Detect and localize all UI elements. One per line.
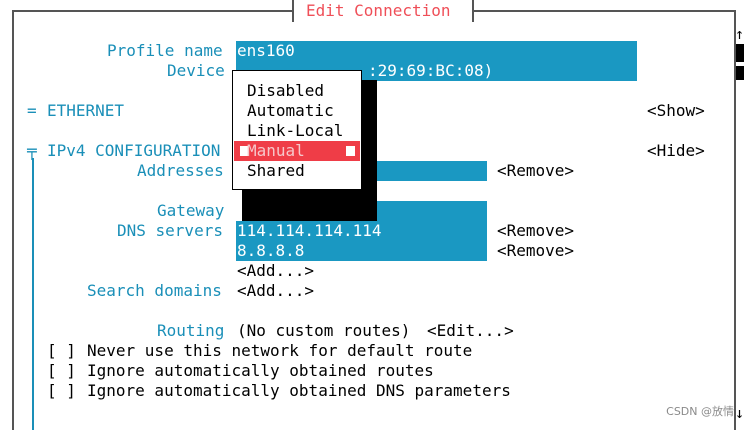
frame-top-right — [474, 10, 736, 12]
gateway-label: Gateway — [157, 201, 225, 220]
search-domains-label: Search domains — [87, 281, 222, 300]
dropdown-option-link-local[interactable]: Link-Local — [247, 121, 343, 141]
dropdown-option-disabled[interactable]: Disabled — [247, 81, 324, 101]
dropdown-option-manual[interactable]: Manual — [247, 141, 305, 161]
profile-name-label: Profile name — [107, 41, 223, 60]
scrollbar-segment — [736, 66, 744, 80]
routing-edit-button[interactable]: <Edit...> — [427, 321, 514, 341]
scrollbar[interactable] — [736, 44, 744, 384]
checkbox-label: Ignore automatically obtained DNS parame… — [87, 381, 511, 400]
frame-top-left — [12, 10, 294, 12]
dns-server-remove-button[interactable]: <Remove> — [497, 221, 574, 241]
scroll-down-arrow-icon[interactable]: ↓ — [735, 403, 744, 423]
dns-server-field[interactable]: 8.8.8.8 — [236, 241, 487, 261]
profile-name-field[interactable]: ens160 — [236, 41, 637, 61]
addresses-field[interactable] — [376, 161, 487, 181]
frame-left — [12, 10, 14, 430]
ipv4-hide-button[interactable]: <Hide> — [647, 141, 705, 161]
device-field-value: :29:69:BC:08) — [368, 61, 494, 80]
gateway-field[interactable] — [376, 201, 487, 221]
addresses-remove-button[interactable]: <Remove> — [497, 161, 574, 181]
routing-label: Routing — [157, 321, 225, 340]
checkbox[interactable]: [ ] — [47, 381, 76, 401]
ipv4-section-bar — [32, 158, 34, 430]
selection-marker-right — [346, 146, 355, 156]
checkbox[interactable]: [ ] — [47, 361, 76, 381]
title-tick-left — [292, 0, 294, 22]
ethernet-label: ETHERNET — [47, 101, 125, 120]
device-label: Device — [167, 61, 225, 80]
checkbox-label: Ignore automatically obtained routes — [87, 361, 434, 380]
ipv4-method-dropdown[interactable]: Disabled Automatic Link-Local Manual Sha… — [232, 70, 362, 190]
routing-value: (No custom routes) — [237, 321, 411, 340]
scrollbar-thumb[interactable] — [736, 44, 744, 62]
search-domains-add-button[interactable]: <Add...> — [237, 281, 314, 301]
ethernet-marker: = — [27, 101, 37, 120]
addresses-label: Addresses — [137, 161, 224, 180]
ethernet-show-button[interactable]: <Show> — [647, 101, 705, 121]
title-tick-right — [472, 0, 474, 22]
window-title: Edit Connection — [306, 1, 451, 20]
scroll-up-arrow-icon[interactable]: ↑ — [735, 24, 744, 44]
dns-add-button[interactable]: <Add...> — [237, 261, 314, 281]
watermark: CSDN @放情 — [666, 405, 734, 418]
checkbox-label: Never use this network for default route — [87, 341, 473, 360]
dropdown-option-automatic[interactable]: Automatic — [247, 101, 334, 121]
dns-servers-label: DNS servers — [117, 221, 223, 240]
dns-server-field[interactable]: 114.114.114.114 — [236, 221, 487, 241]
terminal-screen: Edit Connection Profile name ens160 Devi… — [0, 0, 750, 430]
checkbox[interactable]: [ ] — [47, 341, 76, 361]
dns-server-remove-button[interactable]: <Remove> — [497, 241, 574, 261]
dropdown-option-shared[interactable]: Shared — [247, 161, 305, 181]
ipv4-label: IPv4 CONFIGURATION — [47, 141, 221, 160]
